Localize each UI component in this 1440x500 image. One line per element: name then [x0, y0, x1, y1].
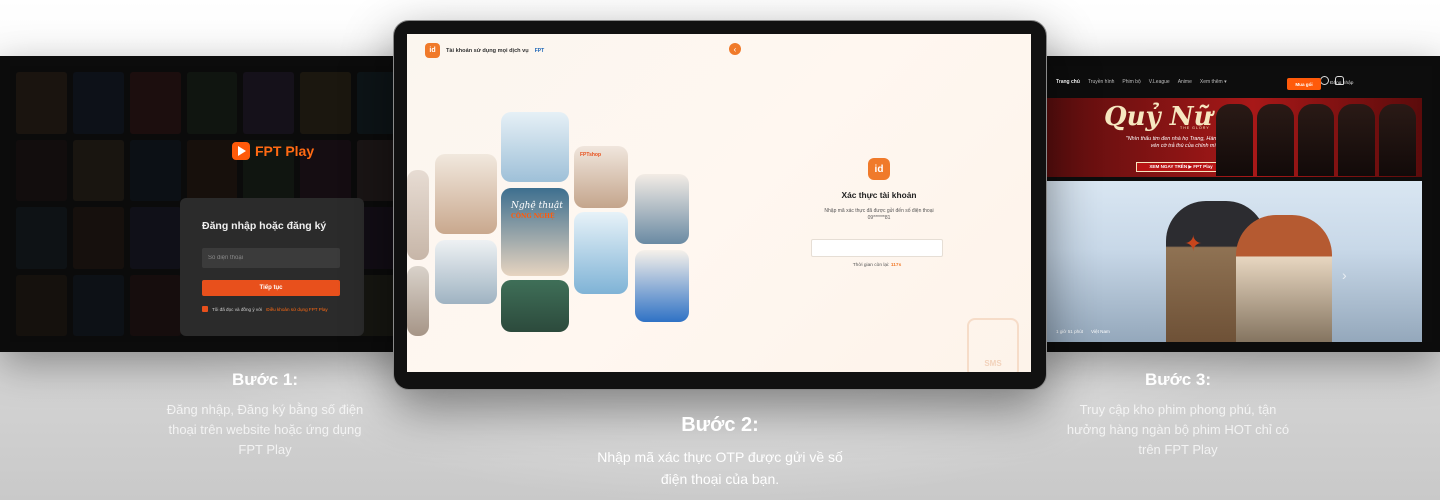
banner-cta[interactable]: XEM NGAY TRÊN ▶ FPT Play: [1136, 162, 1226, 172]
top-nav: Trang chủ Truyền hình Phim bộ V.League A…: [1042, 66, 1432, 98]
collage-tile: [407, 170, 429, 260]
step2-caption: Bước 2: Nhập mã xác thực OTP được gửi về…: [520, 414, 920, 490]
step1-caption: Bước 1: Đăng nhập, Đăng ký bằng số điện …: [110, 370, 420, 460]
timer-label: Thời gian còn lại:: [852, 263, 890, 268]
countdown-timer: Thời gian còn lại: 117s: [811, 263, 943, 268]
timer-value: 117s: [890, 263, 902, 268]
banner-subtitle: THE GLORY: [1180, 126, 1210, 130]
tile-script-title: Nghệ thuật CÔNG NGHỆ: [511, 201, 563, 222]
caption-line: thoại trên website hoặc ứng dụng: [168, 422, 362, 438]
id-logo-icon: id: [868, 158, 890, 180]
phone-input[interactable]: [202, 248, 340, 268]
tile-brand: FPTshop: [580, 152, 602, 158]
verify-title: Xác thực tài khoản: [841, 190, 917, 200]
hero-meta: 1 giờ 51 phút Việt Nam: [1056, 329, 1110, 334]
step3-screen: Trang chủ Truyền hình Phim bộ V.League A…: [1042, 66, 1432, 342]
terms-row: Tôi đã đọc và đồng ý với Điều khoản sử d…: [202, 306, 342, 312]
search-icon[interactable]: [1320, 76, 1329, 85]
nav-item-anime[interactable]: Anime: [1178, 79, 1192, 85]
verify-panel: id Xác thực tài khoản Nhập mã xác thực đ…: [809, 158, 949, 222]
terms-prefix: Tôi đã đọc và đồng ý với: [212, 306, 263, 312]
nav-item-more[interactable]: Xem thêm ▾: [1200, 79, 1227, 85]
hero-actress-image: [1236, 215, 1332, 342]
logo-tagline: Tài khoản sử dụng mọi dịch vụ: [446, 47, 529, 54]
fpt-logo-icon: FPT: [534, 47, 545, 54]
art-tech-tile: Nghệ thuật CÔNG NGHỆ: [501, 188, 569, 276]
login-title: Đăng nhập hoặc đăng ký: [202, 220, 327, 232]
step1-caption-desc: Đăng nhập, Đăng ký bằng số điện thoại tr…: [110, 400, 420, 460]
masked-phone: 09******81: [867, 215, 891, 221]
nav-item-series[interactable]: Phim bộ: [1122, 79, 1140, 85]
terms-link[interactable]: Điều khoản sử dụng FPT Play: [266, 307, 327, 312]
step3-caption-title: Bước 3:: [1145, 370, 1211, 389]
fpt-id-logo: id Tài khoản sử dụng mọi dịch vụ FPT: [425, 43, 544, 58]
caption-line: hưởng hàng ngàn bộ phim HOT chỉ có: [1066, 422, 1290, 438]
continue-button[interactable]: Tiếp tục: [202, 280, 340, 296]
promo-banner[interactable]: Quỷ Nữ THE GLORY "Nhìn thấu tim đen nhà …: [1046, 98, 1422, 177]
collage-tile: [407, 266, 429, 336]
collage-tile: [574, 212, 628, 294]
id-logo-icon: id: [425, 43, 440, 58]
step2-caption-title: Bước 2:: [681, 414, 759, 436]
step2-caption-desc: Nhập mã xác thực OTP được gửi về số điện…: [520, 447, 920, 490]
step1-screen: FPT Play Đăng nhập hoặc đăng ký Tiếp tục…: [10, 66, 414, 342]
collage-tile: [435, 154, 497, 234]
collage-tile: [435, 240, 497, 304]
login-link[interactable]: Đăng nhập: [1330, 81, 1353, 86]
play-icon: [232, 142, 250, 160]
nav-item-tv[interactable]: Truyền hình: [1088, 79, 1115, 85]
hero-poster[interactable]: ✦ › 1 giờ 51 phút Việt Nam: [1046, 181, 1422, 342]
collage-tile: [501, 280, 569, 332]
step3-caption-desc: Truy cập kho phim phong phú, tận hưởng h…: [1020, 400, 1336, 460]
caption-line: Truy cập kho phim phong phú, tận: [1079, 402, 1277, 417]
nav-item-vleague[interactable]: V.League: [1149, 79, 1170, 85]
hero-duration: 1 giờ 51 phút: [1056, 329, 1084, 334]
terms-checkbox[interactable]: [202, 306, 208, 312]
brand-name: FPT Play: [255, 143, 315, 159]
banner-cast-image: [1216, 104, 1416, 176]
caption-line: trên FPT Play: [1138, 442, 1218, 458]
caption-line: Đăng nhập, Đăng ký bằng số điện: [166, 402, 364, 417]
login-card: Đăng nhập hoặc đăng ký Tiếp tục Tôi đã đ…: [180, 198, 364, 336]
collage-tile: [635, 174, 689, 244]
caption-line: Nhập mã xác thực OTP được gửi về số: [597, 449, 843, 465]
maple-leaf-icon: ✦: [1184, 231, 1203, 256]
verify-desc-text: Nhập mã xác thực đã được gửi đến số điện…: [824, 208, 934, 214]
step3-device: Trang chủ Truyền hình Phim bộ V.League A…: [1030, 56, 1440, 352]
fpt-play-logo: FPT Play: [232, 142, 314, 160]
back-button[interactable]: ‹: [729, 43, 741, 55]
collage-tile: [635, 250, 689, 322]
step2-device: id Tài khoản sử dụng mọi dịch vụ FPT ‹ N…: [393, 20, 1047, 390]
step2-screen: id Tài khoản sử dụng mọi dịch vụ FPT ‹ N…: [407, 34, 1031, 372]
collage-tile: [501, 112, 569, 182]
nav-item-home[interactable]: Trang chủ: [1056, 79, 1080, 85]
step1-caption-title: Bước 1:: [232, 370, 298, 389]
step1-device: FPT Play Đăng nhập hoặc đăng ký Tiếp tục…: [0, 56, 420, 352]
next-arrow-icon[interactable]: ›: [1342, 267, 1347, 283]
caption-line: điện thoại của bạn.: [660, 470, 780, 487]
otp-input[interactable]: [811, 239, 943, 257]
tile-script-highlight: CÔNG NGHỆ: [511, 212, 555, 220]
tile-script-text: Nghệ thuật: [511, 201, 563, 211]
fptshop-tile: FPTshop: [574, 146, 628, 208]
buy-package-button[interactable]: Mua gói: [1287, 78, 1321, 90]
sms-phone-icon: SMS: [967, 318, 1019, 372]
caption-line: FPT Play: [238, 442, 292, 458]
hero-country: Việt Nam: [1091, 329, 1110, 334]
photo-collage: Nghệ thuật CÔNG NGHỆ FPTshop: [407, 110, 697, 340]
verify-description: Nhập mã xác thực đã được gửi đến số điện…: [809, 208, 949, 222]
step3-caption: Bước 3: Truy cập kho phim phong phú, tận…: [1020, 370, 1336, 460]
